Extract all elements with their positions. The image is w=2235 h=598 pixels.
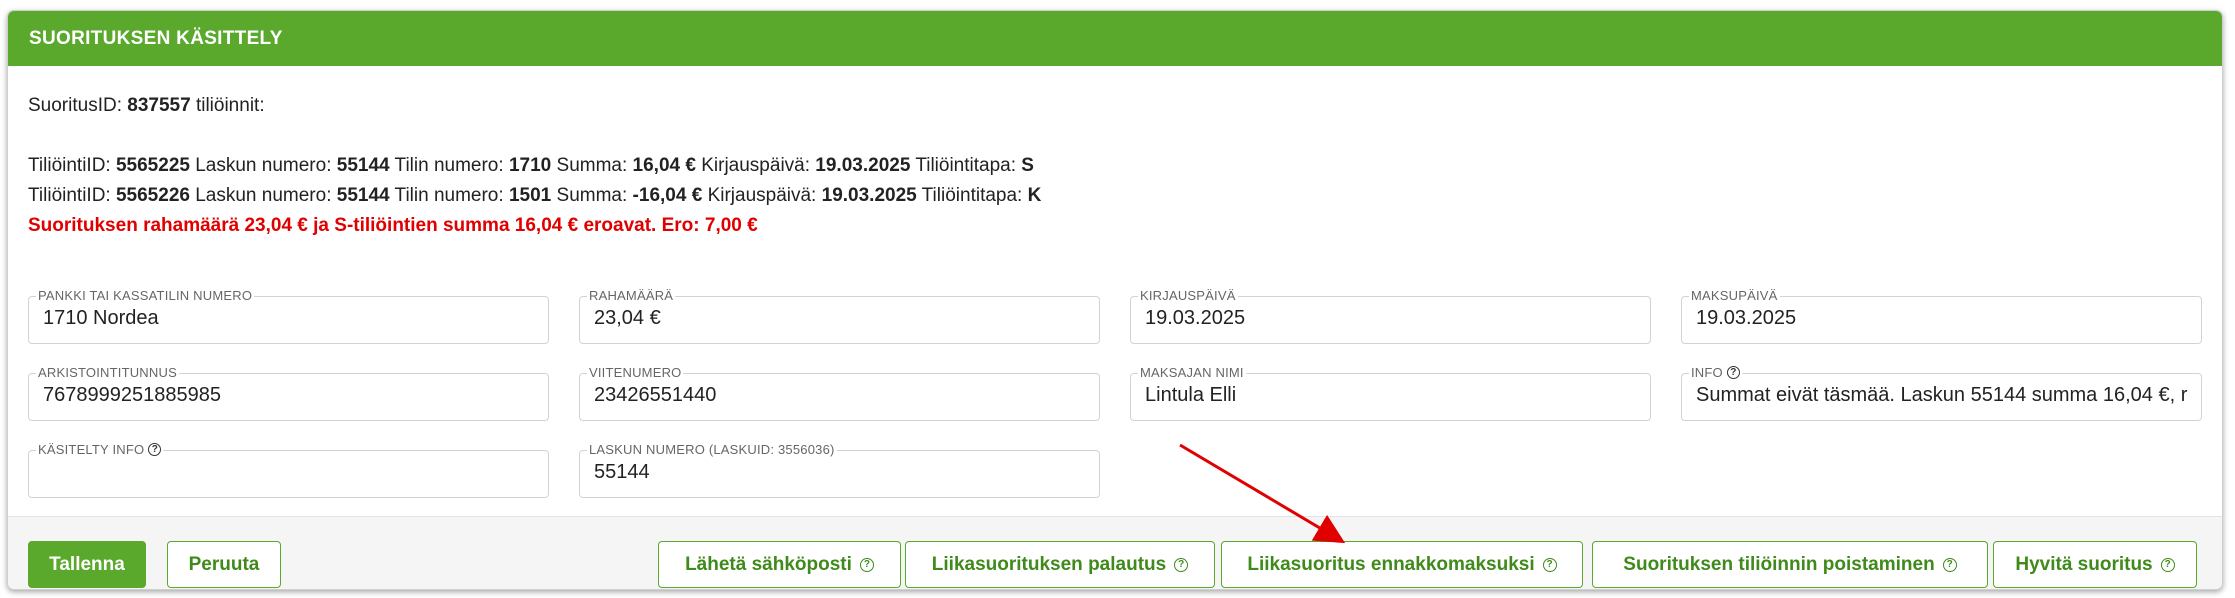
payment-id-label: SuoritusID: (28, 95, 122, 116)
payment-id-line: SuoritusID: 837557 tiliöinnit: (28, 91, 1041, 121)
posting-line-2: TiliöintiID: 5565226 Laskun numero: 5514… (28, 181, 1041, 211)
info-field[interactable]: INFO ? Summat eivät täsmää. Laskun 55144… (1681, 365, 2202, 421)
overpayment-to-prepayment-button[interactable]: Liikasuoritus ennakkomaksuksi ? (1221, 541, 1583, 588)
sum-label: Summa: (556, 155, 628, 176)
help-icon[interactable]: ? (148, 443, 162, 456)
payment-date-label: MAKSUPÄIVÄ (1689, 288, 1780, 303)
send-email-label: Lähetä sähköposti (685, 553, 852, 575)
postings-label: tiliöinnit: (195, 95, 265, 116)
remove-posting-button[interactable]: Suorituksen tiliöinnin poistaminen ? (1592, 541, 1988, 588)
reference-number-value[interactable]: 23426551440 (594, 384, 1093, 407)
posting-line-1: TiliöintiID: 5565225 Laskun numero: 5514… (28, 151, 1041, 181)
save-button[interactable]: Tallenna (28, 541, 146, 588)
send-email-button[interactable]: Lähetä sähköposti ? (658, 541, 901, 588)
help-icon: ? (1174, 557, 1189, 572)
sum-label: Summa: (556, 185, 628, 206)
overpayment-refund-label: Liikasuorituksen palautus (931, 553, 1167, 575)
type-label: Tiliöintitapa: (921, 185, 1023, 206)
account-value: 1710 (508, 155, 552, 176)
bank-account-value[interactable]: 1710 Nordea (43, 307, 542, 330)
overpayment-to-prepayment-label: Liikasuoritus ennakkomaksuksi (1247, 553, 1535, 575)
date-value: 19.03.2025 (815, 155, 911, 176)
posting-id-value: 5565225 (115, 155, 190, 176)
help-icon[interactable]: ? (1726, 366, 1740, 379)
help-icon: ? (2160, 557, 2175, 572)
handled-info-label: KÄSITELTY INFO ? (36, 442, 164, 457)
overpayment-refund-button[interactable]: Liikasuorituksen palautus ? (905, 541, 1215, 588)
handled-info-field[interactable]: KÄSITELTY INFO ? (28, 442, 549, 498)
amount-label: RAHAMÄÄRÄ (587, 288, 676, 303)
payment-id-value: 837557 (127, 95, 191, 116)
bank-account-label: PANKKI TAI KASSATILIN NUMERO (36, 288, 255, 303)
reference-number-field[interactable]: VIITENUMERO 23426551440 (579, 365, 1100, 421)
handled-info-label-text: KÄSITELTY INFO (38, 442, 145, 457)
invoice-label: Laskun numero: (195, 185, 332, 206)
amount-mismatch-warning: Suorituksen rahamäärä 23,04 € ja S-tiliö… (28, 215, 758, 236)
date-label: Kirjauspäivä: (707, 185, 817, 206)
payment-date-field[interactable]: MAKSUPÄIVÄ 19.03.2025 (1681, 288, 2202, 344)
info-value[interactable]: Summat eivät täsmää. Laskun 55144 summa … (1696, 384, 2195, 407)
info-label-text: INFO (1691, 365, 1723, 380)
info-label: INFO ? (1689, 365, 1742, 380)
posting-id-value: 5565226 (115, 185, 190, 206)
credit-payment-button[interactable]: Hyvitä suoritus ? (1993, 541, 2197, 588)
amount-field[interactable]: RAHAMÄÄRÄ 23,04 € (579, 288, 1100, 344)
posting-date-field[interactable]: KIRJAUSPÄIVÄ 19.03.2025 (1130, 288, 1651, 344)
invoice-label: Laskun numero: (195, 155, 332, 176)
account-label: Tilin numero: (394, 155, 504, 176)
posting-id-label: TiliöintiID: (28, 155, 111, 176)
invoice-value: 55144 (336, 185, 390, 206)
payment-summary: SuoritusID: 837557 tiliöinnit: Tiliöinti… (28, 91, 1041, 241)
amount-value[interactable]: 23,04 € (594, 307, 1093, 330)
cancel-button[interactable]: Peruuta (167, 541, 281, 588)
action-bar: Tallenna Peruuta Lähetä sähköposti ? Lii… (8, 516, 2222, 589)
archive-id-value[interactable]: 7678999251885985 (43, 384, 542, 407)
posting-id-label: TiliöintiID: (28, 185, 111, 206)
invoice-number-label: LASKUN NUMERO (LASKUID: 3556036) (587, 442, 837, 457)
date-label: Kirjauspäivä: (701, 155, 811, 176)
invoice-value: 55144 (336, 155, 390, 176)
type-label: Tiliöintitapa: (915, 155, 1017, 176)
bank-account-field[interactable]: PANKKI TAI KASSATILIN NUMERO 1710 Nordea (28, 288, 549, 344)
invoice-number-field[interactable]: LASKUN NUMERO (LASKUID: 3556036) 55144 (579, 442, 1100, 498)
type-value: K (1027, 185, 1042, 206)
archive-id-field[interactable]: ARKISTOINTITUNNUS 7678999251885985 (28, 365, 549, 421)
payment-date-value[interactable]: 19.03.2025 (1696, 307, 2195, 330)
remove-posting-label: Suorituksen tiliöinnin poistaminen (1623, 553, 1935, 575)
credit-payment-label: Hyvitä suoritus (2015, 553, 2153, 575)
help-icon: ? (1942, 557, 1957, 572)
sum-value: 16,04 € (632, 155, 696, 176)
invoice-number-value[interactable]: 55144 (594, 461, 1093, 484)
card-title: SUORITUKSEN KÄSITTELY (8, 11, 2222, 66)
date-value: 19.03.2025 (821, 185, 917, 206)
payer-name-field[interactable]: MAKSAJAN NIMI Lintula Elli (1130, 365, 1651, 421)
account-label: Tilin numero: (394, 185, 504, 206)
reference-number-label: VIITENUMERO (587, 365, 684, 380)
type-value: S (1021, 155, 1034, 176)
posting-date-label: KIRJAUSPÄIVÄ (1138, 288, 1238, 303)
archive-id-label: ARKISTOINTITUNNUS (36, 365, 179, 380)
sum-value: -16,04 € (632, 185, 703, 206)
posting-date-value[interactable]: 19.03.2025 (1145, 307, 1644, 330)
help-icon: ? (1542, 557, 1557, 572)
payer-name-label: MAKSAJAN NIMI (1138, 365, 1246, 380)
payer-name-value[interactable]: Lintula Elli (1145, 384, 1644, 407)
payment-processing-card: SUORITUKSEN KÄSITTELY SuoritusID: 837557… (7, 10, 2223, 590)
account-value: 1501 (508, 185, 552, 206)
help-icon: ? (859, 557, 874, 572)
